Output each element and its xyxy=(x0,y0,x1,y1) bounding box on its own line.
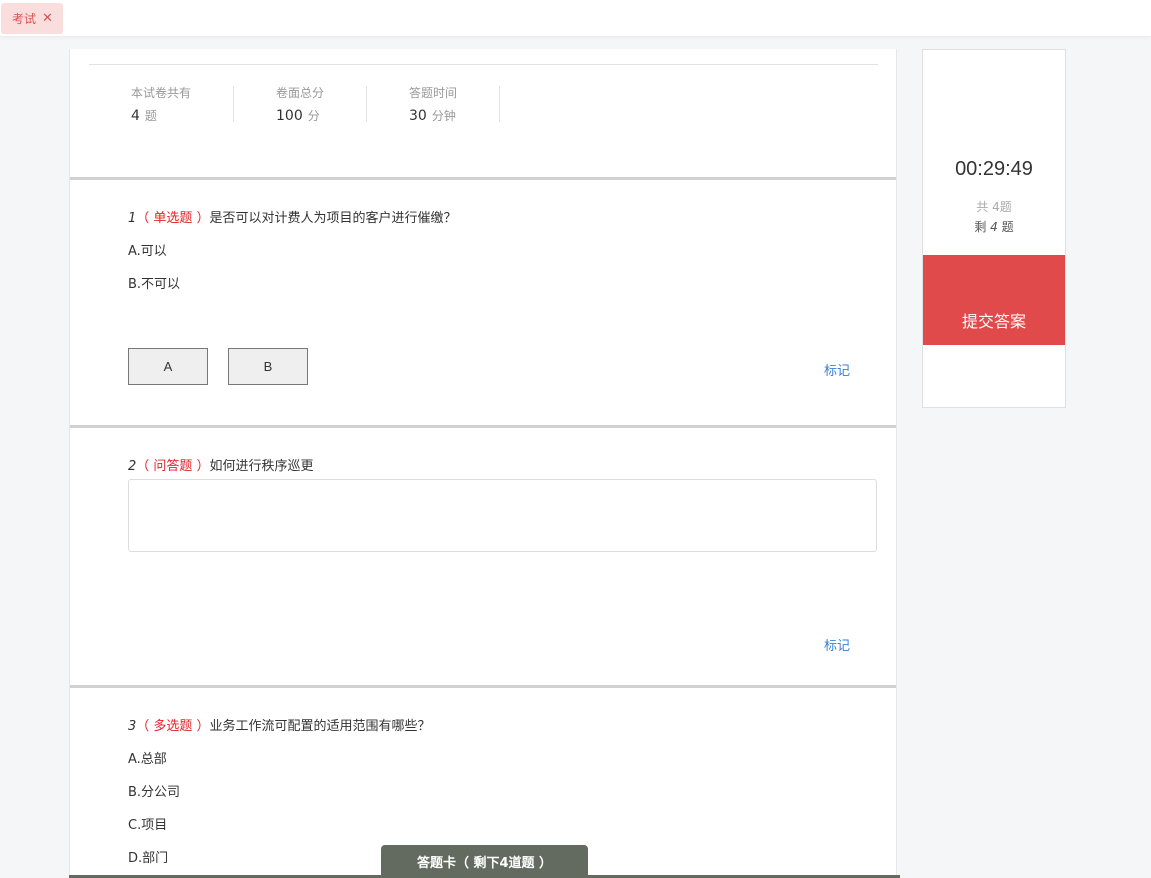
tab-label: 考试 xyxy=(12,12,37,26)
option-b: B.分公司 xyxy=(128,785,181,800)
stat-label: 本试卷共有 xyxy=(131,86,192,100)
question-1: 1（ 单选题 ）是否可以对计费人为项目的客户进行催缴？ A.可以 B.不可以 A… xyxy=(70,177,896,425)
divider xyxy=(89,64,878,65)
question-title: 3（ 多选题 ）业务工作流可配置的适用范围有哪些？ xyxy=(128,719,431,734)
countdown-timer: 00:29:49 xyxy=(955,158,1033,180)
divider xyxy=(233,86,234,122)
question-type: （ 多选题 ） xyxy=(136,719,210,734)
question-text: 业务工作流可配置的适用范围有哪些？ xyxy=(209,719,431,734)
question-type: （ 单选题 ） xyxy=(136,211,210,226)
stat-question-count: 本试卷共有 4题 xyxy=(131,84,192,124)
total-questions: 共 4题 xyxy=(976,200,1012,214)
stat-label: 答题时间 xyxy=(409,86,458,100)
option-d: D.部门 xyxy=(128,851,169,866)
mark-link[interactable]: 标记 xyxy=(824,635,850,654)
question-title: 2（ 问答题 ）如何进行秩序巡更 xyxy=(128,459,314,474)
option-a: A.可以 xyxy=(128,244,167,259)
stat-value: 100 分 xyxy=(276,108,320,124)
question-text: 如何进行秩序巡更 xyxy=(209,459,314,474)
option-c: C.项目 xyxy=(128,818,168,833)
question-title: 1（ 单选题 ）是否可以对计费人为项目的客户进行催缴？ xyxy=(128,211,457,226)
stat-total-score: 卷面总分 100 分 xyxy=(276,84,325,124)
stat-duration: 答题时间 30 分钟 xyxy=(409,84,458,124)
stat-value: 30 分钟 xyxy=(409,108,456,124)
tab-exam[interactable]: 考试 ✕ xyxy=(1,3,63,34)
answer-textarea[interactable] xyxy=(128,479,877,552)
question-type: （ 问答题 ） xyxy=(136,459,210,474)
remaining-questions: 剩 4 题 xyxy=(974,220,1014,234)
question-2: 2（ 问答题 ）如何进行秩序巡更 标记 xyxy=(70,425,896,685)
answer-card-button[interactable]: 答题卡（ 剩下4道题 ） xyxy=(381,845,588,878)
timer-panel: 00:29:49 共 4题 剩 4 题 提交答案 xyxy=(922,49,1066,408)
stat-label: 卷面总分 xyxy=(276,86,325,100)
close-icon[interactable]: ✕ xyxy=(42,12,53,25)
answer-button-b[interactable]: B xyxy=(228,348,308,385)
option-b: B.不可以 xyxy=(128,277,181,292)
question-text: 是否可以对计费人为项目的客户进行催缴？ xyxy=(209,211,457,226)
tab-bar: 考试 ✕ xyxy=(0,0,1151,37)
submit-answers-button[interactable]: 提交答案 xyxy=(923,255,1065,345)
divider xyxy=(499,86,500,122)
mark-link[interactable]: 标记 xyxy=(824,360,850,379)
stat-value: 4题 xyxy=(131,108,157,124)
exam-paper: 本试卷共有 4题 卷面总分 100 分 答题时间 30 分钟 1（ 单选题 ）是否可… xyxy=(69,49,897,878)
exam-summary: 本试卷共有 4题 卷面总分 100 分 答题时间 30 分钟 xyxy=(70,49,896,178)
answer-button-a[interactable]: A xyxy=(128,348,208,385)
option-a: A.总部 xyxy=(128,752,167,767)
divider xyxy=(366,86,367,122)
